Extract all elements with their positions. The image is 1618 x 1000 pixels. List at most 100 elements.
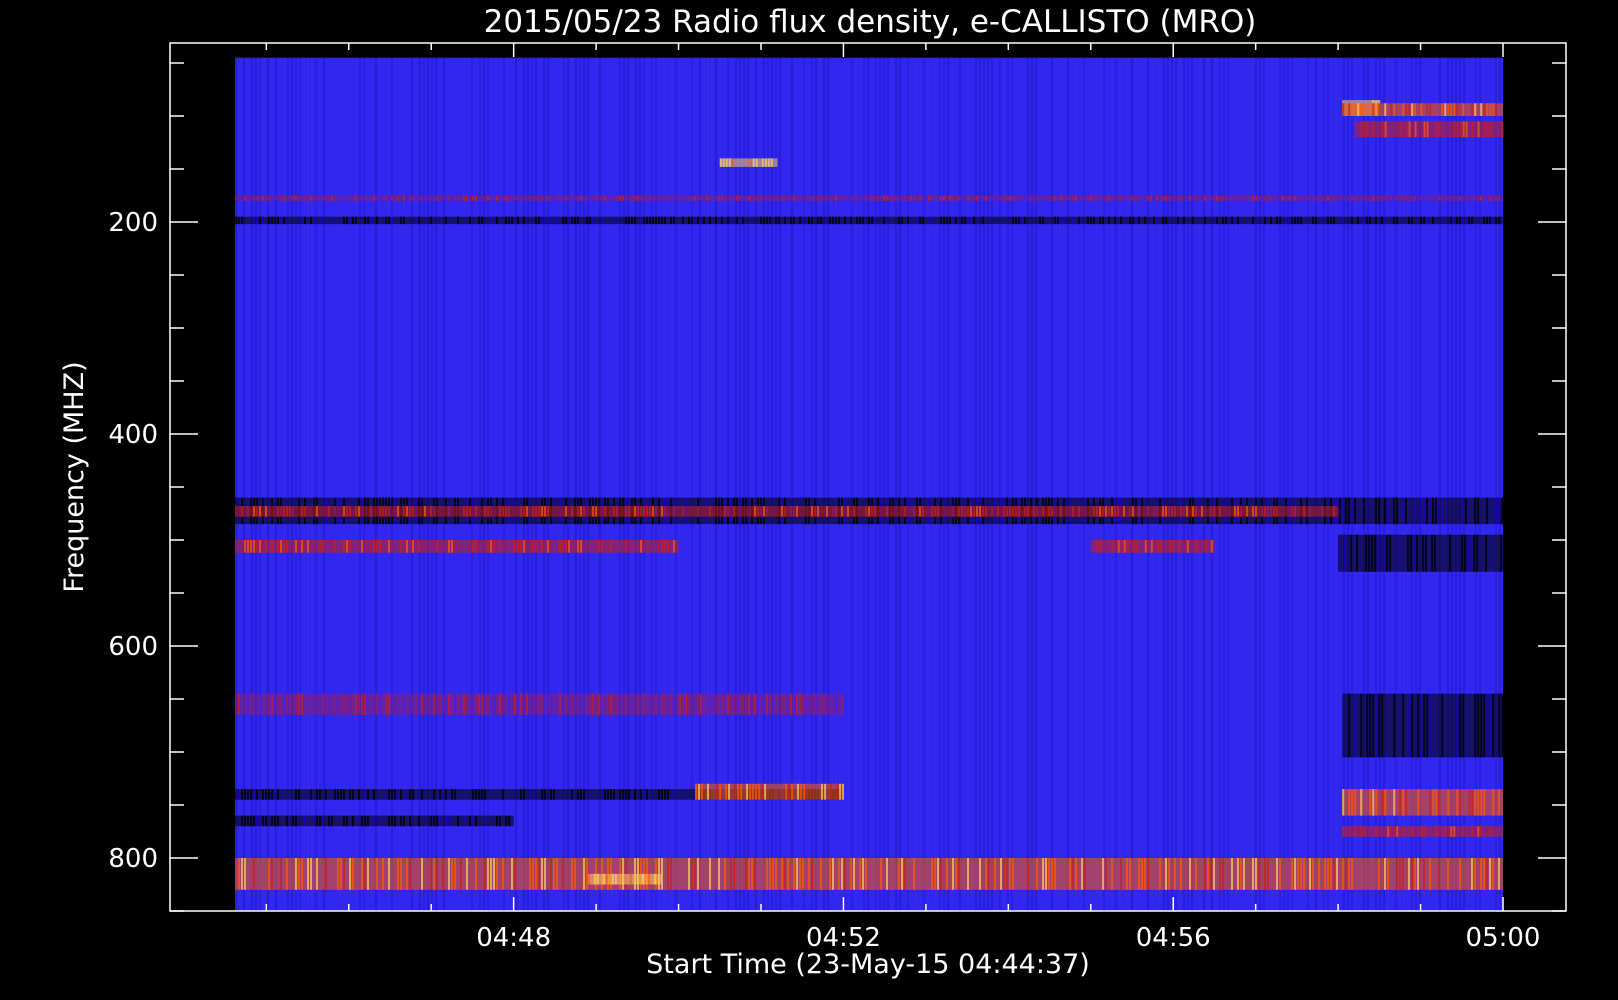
heatmap-cell: [1449, 534, 1452, 572]
heatmap-cell: [1246, 506, 1248, 517]
heatmap-cell: [421, 858, 423, 890]
heatmap-cell: [1435, 497, 1437, 525]
heatmap-streak: [555, 57, 557, 911]
heatmap-cell: [1354, 789, 1357, 816]
heatmap-cell: [523, 789, 525, 800]
heatmap-cell: [742, 693, 744, 715]
heatmap-cell: [268, 216, 270, 225]
heatmap-cell: [1183, 216, 1185, 225]
heatmap-cell: [1267, 195, 1269, 201]
heatmap-streak: [799, 57, 801, 911]
heatmap-cell: [280, 216, 282, 225]
heatmap-cell: [1138, 216, 1140, 225]
heatmap-cell: [1342, 103, 1345, 116]
heatmap-cell: [1420, 103, 1423, 116]
heatmap-cell: [925, 195, 927, 201]
heatmap-cell: [346, 506, 348, 517]
heatmap-cell: [835, 195, 837, 201]
heatmap-cell: [1219, 858, 1221, 890]
heatmap-cell: [1423, 195, 1425, 201]
heatmap-cell: [1471, 826, 1474, 837]
heatmap-cell: [1471, 789, 1474, 816]
heatmap-cell: [877, 195, 879, 201]
heatmap-streak: [899, 57, 901, 911]
heatmap-cell: [1345, 497, 1347, 525]
heatmap-streak: [795, 57, 797, 911]
heatmap-streak: [343, 57, 345, 911]
heatmap-cell: [739, 195, 741, 201]
heatmap-cell: [722, 158, 725, 167]
heatmap-cell: [406, 506, 408, 517]
heatmap-cell: [718, 195, 720, 201]
heatmap-cell: [1476, 534, 1479, 572]
heatmap-cell: [1105, 858, 1107, 890]
heatmap-cell: [1132, 540, 1135, 553]
heatmap-cell: [788, 783, 791, 800]
heatmap-cell: [343, 506, 345, 517]
heatmap-cell: [1204, 195, 1206, 201]
heatmap-cell: [388, 216, 390, 225]
heatmap-cell: [967, 195, 969, 201]
heatmap-cell: [1393, 216, 1395, 225]
heatmap-cell: [1363, 497, 1365, 525]
heatmap-cell: [1390, 103, 1393, 116]
heatmap-streak: [1487, 57, 1489, 911]
heatmap-streak: [763, 57, 765, 911]
heatmap-streak: [1071, 57, 1073, 911]
heatmap-cell: [1351, 195, 1353, 201]
heatmap-cell: [1375, 789, 1378, 816]
heatmap-streak: [1291, 57, 1293, 911]
heatmap-cell: [1414, 195, 1416, 201]
heatmap-cell: [1099, 506, 1101, 517]
heatmap-cell: [403, 506, 405, 517]
heatmap-cell: [1417, 789, 1420, 816]
heatmap-cell: [1405, 103, 1408, 116]
heatmap-cell: [268, 195, 270, 201]
heatmap-streak: [855, 57, 857, 911]
heatmap-cell: [919, 216, 921, 225]
heatmap-cell: [1171, 506, 1173, 517]
heatmap-cell: [824, 783, 827, 800]
heatmap-cell: [328, 195, 330, 201]
heatmap-cell: [1425, 534, 1428, 572]
heatmap-cell: [259, 506, 261, 517]
heatmap-cell: [385, 506, 387, 517]
heatmap-cell: [943, 195, 945, 201]
heatmap-cell: [1291, 216, 1293, 225]
heatmap-cell: [328, 506, 330, 517]
heatmap-cell: [565, 540, 567, 553]
heatmap-cell: [749, 783, 752, 800]
heatmap-cell: [304, 540, 306, 553]
heatmap-streak: [1287, 57, 1289, 911]
heatmap-streak: [983, 57, 985, 911]
heatmap-cell: [463, 506, 465, 517]
heatmap-cell: [781, 693, 783, 715]
heatmap-cell: [955, 195, 957, 201]
heatmap-cell: [1498, 789, 1501, 816]
heatmap-streak: [727, 57, 729, 911]
heatmap-cell: [328, 815, 330, 827]
heatmap-cell: [361, 815, 363, 827]
heatmap-cell: [349, 858, 351, 890]
heatmap-cell: [964, 506, 966, 517]
heatmap-streak: [259, 57, 261, 911]
heatmap-cell: [637, 693, 639, 715]
heatmap-cell: [1498, 195, 1500, 201]
heatmap-cell: [1423, 497, 1425, 525]
x-axis-label: Start Time (23-May-15 04:44:37): [646, 949, 1090, 980]
heatmap-cell: [271, 216, 273, 225]
heatmap-streak: [1371, 57, 1373, 911]
heatmap-cell: [736, 195, 738, 201]
heatmap-cell: [1410, 534, 1413, 572]
heatmap-cell: [514, 540, 516, 553]
heatmap-cell: [898, 216, 900, 225]
heatmap-cell: [709, 693, 711, 715]
heatmap-streak: [1091, 57, 1093, 911]
heatmap-feature: [1354, 121, 1504, 138]
heatmap-cell: [587, 873, 663, 885]
heatmap-streak: [1203, 57, 1205, 911]
heatmap-cell: [814, 506, 816, 517]
heatmap-cell: [1318, 195, 1320, 201]
heatmap-cell: [1216, 195, 1218, 201]
heatmap-cell: [973, 195, 975, 201]
